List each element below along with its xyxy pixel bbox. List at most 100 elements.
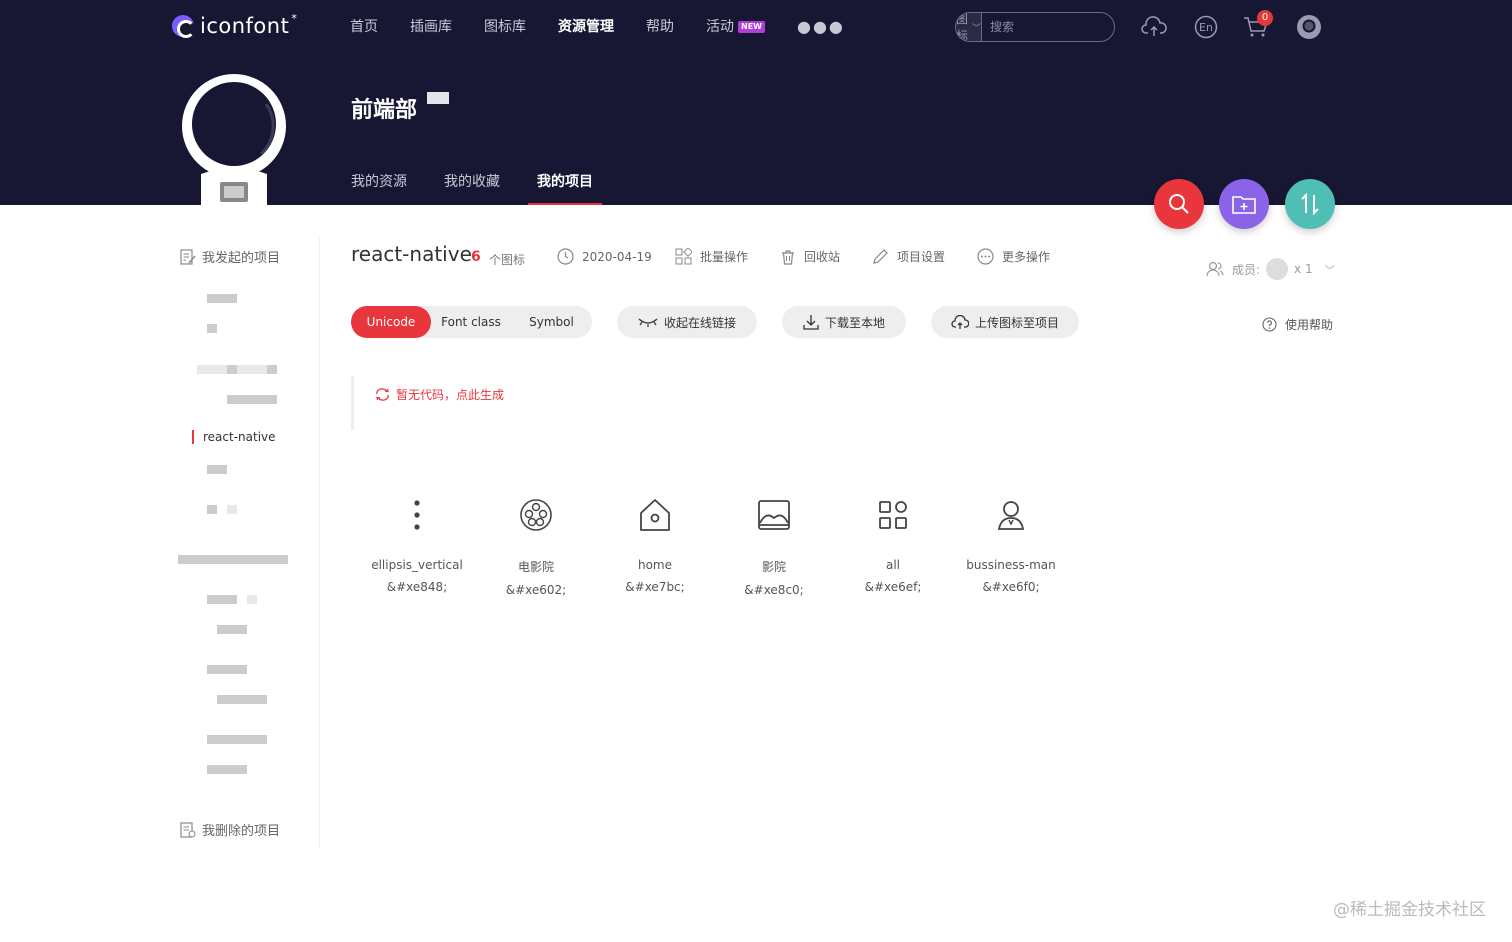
collapse-link-label: 收起在线链接 xyxy=(663,315,736,330)
icon-card[interactable]: 影院 &#xe8c0; xyxy=(714,490,834,597)
download-button[interactable]: 下载至本地 xyxy=(782,306,906,338)
collapse-link-button[interactable]: 收起在线链接 xyxy=(617,306,757,338)
redacted-project[interactable] xyxy=(197,365,277,374)
search-box: 图标 ﹀ xyxy=(955,12,1115,42)
picture-icon xyxy=(714,490,834,540)
redacted-project[interactable] xyxy=(207,595,237,604)
sort-arrows-icon xyxy=(1301,193,1319,215)
icon-code: &#xe848; xyxy=(386,580,448,594)
help-label: 使用帮助 xyxy=(1285,318,1334,332)
icon-name: home xyxy=(637,558,673,572)
symbol-tab[interactable]: Symbol xyxy=(511,306,592,338)
icon-card[interactable]: bussiness-man &#xe6f0; xyxy=(951,490,1071,594)
redacted-project[interactable] xyxy=(207,665,247,674)
redacted-project[interactable] xyxy=(178,555,288,564)
logo-star: * xyxy=(291,11,297,25)
redacted-project[interactable] xyxy=(217,695,267,704)
chevron-down-icon: ﹀ xyxy=(1324,265,1335,277)
redacted-project[interactable] xyxy=(217,625,247,634)
nav-activities[interactable]: 活动 NEW xyxy=(706,17,765,37)
tab-my-projects[interactable]: 我的项目 xyxy=(528,171,602,205)
sidebar-item-label: react-native xyxy=(203,430,276,444)
redacted-project[interactable] xyxy=(207,465,227,474)
redacted-name-block xyxy=(427,92,449,104)
redacted-project[interactable] xyxy=(227,395,277,404)
icon-code: &#xe6ef; xyxy=(864,580,922,594)
project-settings-label: 项目设置 xyxy=(897,250,946,264)
font-class-tab[interactable]: Font class xyxy=(431,306,511,338)
new-folder-fab[interactable] xyxy=(1219,179,1269,229)
user-avatar-icon[interactable] xyxy=(1296,14,1322,40)
search-fab[interactable] xyxy=(1154,179,1204,229)
search-icon xyxy=(1169,194,1189,214)
icon-count: 6 xyxy=(471,249,481,265)
redacted-project[interactable] xyxy=(207,324,217,333)
generate-code-label: 暂无代码，点此生成 xyxy=(396,388,505,402)
generate-code-link[interactable]: 暂无代码，点此生成 xyxy=(375,386,504,403)
batch-operation-button[interactable]: 批量操作 xyxy=(675,248,748,265)
icon-name: 电影院 xyxy=(517,560,554,574)
icon-code: &#xe602; xyxy=(505,583,567,597)
nav-illustrations[interactable]: 插画库 xyxy=(410,17,452,37)
nav-help[interactable]: 帮助 xyxy=(646,17,674,37)
redacted-project[interactable] xyxy=(207,765,247,774)
tab-my-favorites[interactable]: 我的收藏 xyxy=(444,171,500,205)
icon-card[interactable]: all &#xe6ef; xyxy=(833,490,953,594)
redacted-project xyxy=(227,365,237,374)
sidebar-item-react-native[interactable]: react-native xyxy=(192,429,276,445)
new-badge: NEW xyxy=(738,21,765,33)
recycle-bin-label: 回收站 xyxy=(804,250,841,264)
deleted-projects-heading[interactable]: 我删除的项目 xyxy=(180,820,280,839)
redacted-project xyxy=(247,595,257,604)
chevron-down-icon: ﹀ xyxy=(972,23,982,34)
batch-operation-label: 批量操作 xyxy=(700,250,749,264)
search-type-label: 图标 xyxy=(956,12,969,42)
more-dots-icon xyxy=(977,248,994,265)
nav-icon-library[interactable]: 图标库 xyxy=(484,17,526,37)
project-members[interactable]: 成员: x 1 ﹀ xyxy=(1206,258,1335,280)
user-icon xyxy=(951,490,1071,540)
redacted-project xyxy=(227,505,237,514)
help-link[interactable]: 使用帮助 xyxy=(1262,316,1333,333)
redacted-project[interactable] xyxy=(207,294,237,303)
search-input[interactable] xyxy=(982,13,1114,41)
team-tabs: 我的资源 我的收藏 我的项目 xyxy=(351,171,630,205)
download-label: 下载至本地 xyxy=(824,315,885,330)
redacted-project[interactable] xyxy=(207,505,217,514)
started-projects-heading[interactable]: 我发起的项目 xyxy=(180,247,280,266)
more-nav-icon[interactable]: ●●● xyxy=(797,17,845,37)
eye-closed-icon xyxy=(638,318,658,327)
clock-icon xyxy=(557,248,574,265)
icon-name: all xyxy=(885,558,901,572)
icon-count-label: 个图标 xyxy=(489,253,526,267)
nav-home[interactable]: 首页 xyxy=(350,17,378,37)
logo-text: iconfont xyxy=(200,14,290,38)
tab-my-resources[interactable]: 我的资源 xyxy=(351,171,407,205)
redacted-project[interactable] xyxy=(207,735,267,744)
unicode-tab[interactable]: Unicode xyxy=(351,306,431,338)
iconfont-logo[interactable]: iconfont * xyxy=(172,11,297,38)
upload-icons-button[interactable]: 上传图标至项目 xyxy=(931,306,1079,338)
project-sidebar: 我发起的项目 react-native 我删除的项目 xyxy=(160,238,320,848)
edit-doc-icon xyxy=(180,248,196,265)
home-icon xyxy=(595,490,715,540)
trash-icon xyxy=(782,249,794,265)
members-label: 成员: xyxy=(1232,262,1261,277)
folder-add-icon xyxy=(1232,196,1256,214)
deleted-doc-icon xyxy=(180,821,196,838)
search-type-select[interactable]: 图标 ﹀ xyxy=(956,12,983,42)
language-toggle[interactable]: En xyxy=(1193,14,1219,40)
nav-resource-management[interactable]: 资源管理 xyxy=(558,17,614,37)
icon-card[interactable]: ellipsis_vertical &#xe848; xyxy=(357,490,477,594)
icon-card[interactable]: home &#xe7bc; xyxy=(595,490,715,594)
recycle-bin-button[interactable]: 回收站 xyxy=(780,248,840,265)
sort-fab[interactable] xyxy=(1285,179,1335,229)
icon-code: &#xe8c0; xyxy=(744,583,804,597)
cart-button[interactable]: 0 xyxy=(1243,10,1273,40)
download-icon xyxy=(803,315,819,330)
upload-cloud-icon[interactable] xyxy=(1141,14,1167,40)
project-settings-button[interactable]: 项目设置 xyxy=(872,248,945,265)
project-date: 2020-04-19 xyxy=(557,248,652,265)
more-operations-button[interactable]: 更多操作 xyxy=(977,248,1050,265)
icon-card[interactable]: 电影院 &#xe602; xyxy=(476,490,596,597)
